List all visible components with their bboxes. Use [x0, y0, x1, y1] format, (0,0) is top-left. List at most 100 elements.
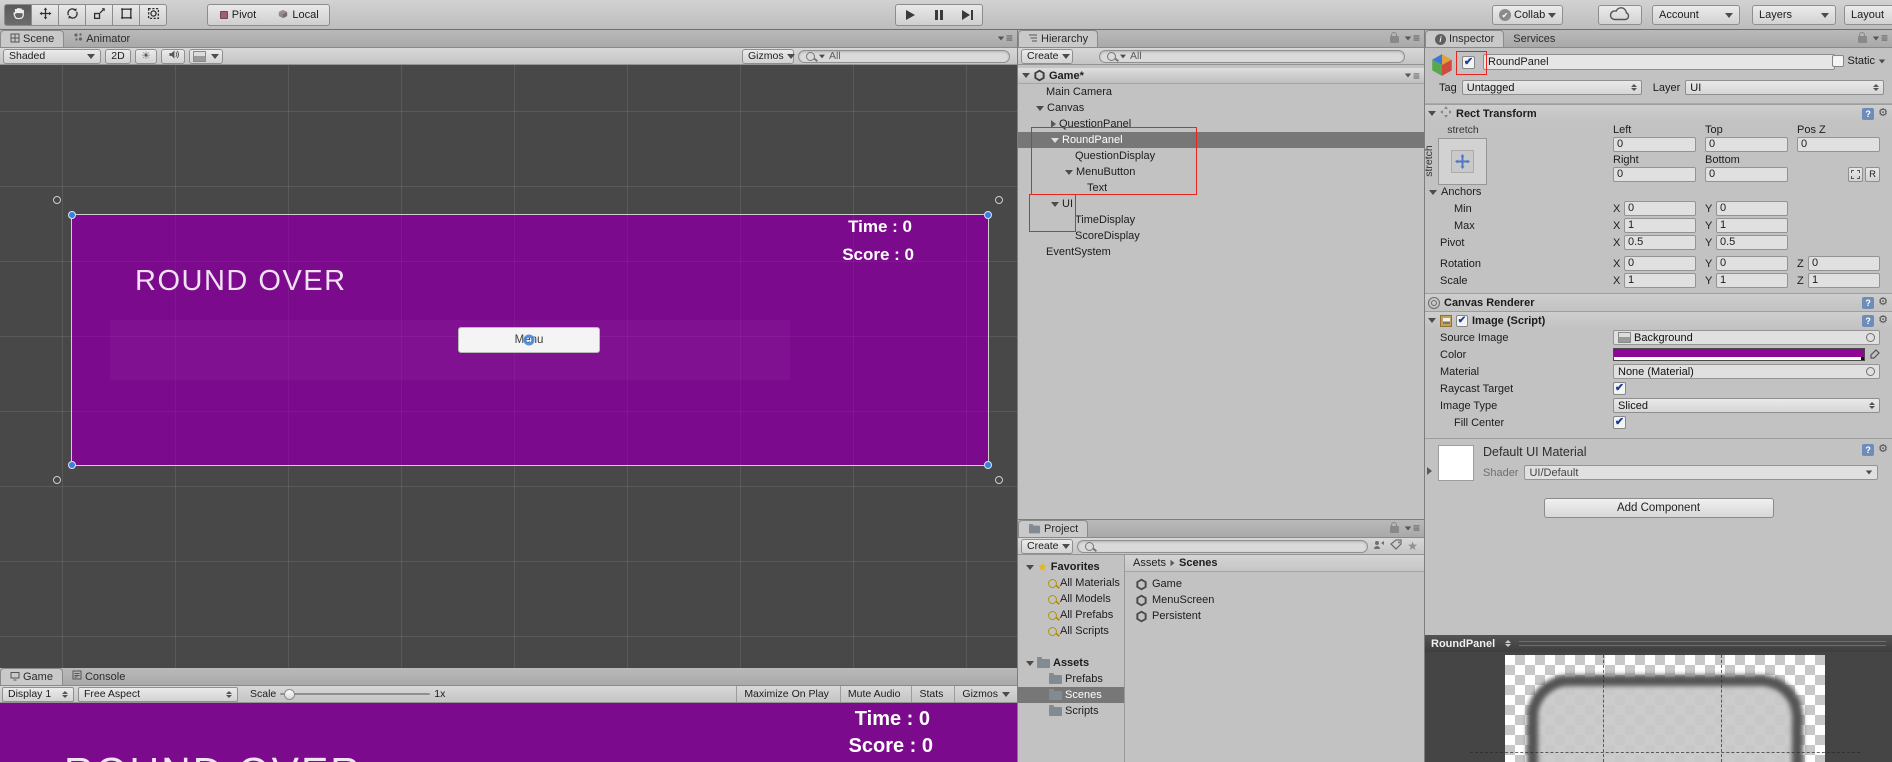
- pivot-x-field[interactable]: 0.5: [1624, 235, 1696, 250]
- pause-button[interactable]: [924, 4, 954, 26]
- tab-console[interactable]: Console: [63, 668, 134, 685]
- object-picker-icon[interactable]: [1866, 333, 1875, 342]
- chevron-down-icon[interactable]: [1878, 59, 1886, 63]
- rotation-x-field[interactable]: 0: [1624, 256, 1696, 271]
- foldout-arrow-icon[interactable]: [1026, 564, 1034, 570]
- material-field[interactable]: None (Material): [1613, 364, 1880, 379]
- posz-field[interactable]: 0: [1797, 137, 1880, 152]
- scene-lighting-button[interactable]: ☀: [135, 48, 157, 64]
- step-button[interactable]: [953, 4, 983, 26]
- search-by-type-icon[interactable]: [1372, 539, 1386, 554]
- foldout-arrow-icon[interactable]: [1051, 120, 1056, 128]
- favorites-filter-icon[interactable]: ★: [1407, 540, 1418, 552]
- foldout-arrow-icon[interactable]: [1022, 73, 1030, 78]
- anchor-preset-widget[interactable]: stretch stretch: [1425, 124, 1487, 185]
- shading-mode-dropdown[interactable]: Shaded: [3, 48, 101, 64]
- rect-handle-bottomright[interactable]: [984, 461, 992, 469]
- fill-center-checkbox[interactable]: [1613, 416, 1626, 429]
- scene-gizmos-dropdown[interactable]: Gizmos: [742, 48, 795, 64]
- project-search-input[interactable]: [1077, 539, 1369, 553]
- image-type-dropdown[interactable]: Sliced: [1613, 398, 1880, 413]
- cloud-button[interactable]: [1598, 5, 1642, 25]
- hierarchy-item-questiondisplay[interactable]: QuestionDisplay: [1018, 148, 1424, 164]
- max-x-field[interactable]: 1: [1624, 218, 1696, 233]
- hierarchy-item-scoredisplay[interactable]: ScoreDisplay: [1018, 228, 1424, 244]
- rotate-handle-icon[interactable]: [995, 196, 1003, 204]
- tab-inspector[interactable]: i Inspector: [1425, 30, 1505, 47]
- hierarchy-item-timedisplay[interactable]: TimeDisplay: [1018, 212, 1424, 228]
- foldout-arrow-icon[interactable]: [1065, 169, 1073, 175]
- gameobject-name-field[interactable]: RoundPanel: [1483, 54, 1835, 70]
- pane-menu-icon[interactable]: ≡: [1872, 32, 1888, 44]
- hierarchy-item-text[interactable]: Text: [1018, 180, 1424, 196]
- scene-file-menuscreen[interactable]: MenuScreen: [1125, 592, 1424, 608]
- lock-icon[interactable]: [1857, 32, 1867, 43]
- hand-tool-button[interactable]: [4, 4, 32, 26]
- raw-edit-button[interactable]: R: [1865, 167, 1880, 182]
- favorite-all-prefabs[interactable]: All Prefabs: [1018, 607, 1124, 623]
- rotation-z-field[interactable]: 0: [1808, 256, 1880, 271]
- layout-dropdown[interactable]: Layout: [1844, 5, 1892, 25]
- favorites-root[interactable]: ★ Favorites: [1018, 559, 1124, 575]
- lock-icon[interactable]: [1389, 522, 1399, 533]
- rotate-handle-icon[interactable]: [995, 476, 1003, 484]
- foldout-arrow-icon[interactable]: [1051, 137, 1059, 143]
- rect-transform-header[interactable]: Rect Transform ? ⚙: [1425, 104, 1892, 122]
- aspect-dropdown[interactable]: Free Aspect: [78, 686, 238, 702]
- canvas-renderer-header[interactable]: Canvas Renderer ? ⚙: [1425, 293, 1892, 311]
- pane-menu-icon[interactable]: ≡: [1404, 522, 1420, 534]
- right-field[interactable]: 0: [1613, 167, 1696, 182]
- add-component-button[interactable]: Add Component: [1543, 498, 1774, 518]
- min-x-field[interactable]: 0: [1624, 201, 1696, 216]
- rotate-tool-button[interactable]: [58, 4, 86, 26]
- move-tool-button[interactable]: [31, 4, 59, 26]
- collab-button[interactable]: ✔ Collab: [1492, 5, 1564, 25]
- gear-icon[interactable]: ⚙: [1878, 315, 1888, 326]
- component-enabled-checkbox[interactable]: ✔: [1456, 314, 1468, 327]
- account-dropdown[interactable]: Account: [1652, 5, 1740, 25]
- pivot-y-field[interactable]: 0.5: [1716, 235, 1788, 250]
- bottom-field[interactable]: 0: [1705, 167, 1788, 182]
- favorite-all-materials[interactable]: All Materials: [1018, 575, 1124, 591]
- hierarchy-item-game-scene[interactable]: Game* ≡: [1018, 68, 1424, 84]
- active-checkbox[interactable]: [1462, 56, 1475, 69]
- image-component-header[interactable]: ✔ Image (Script) ? ⚙: [1425, 311, 1892, 329]
- color-swatch-field[interactable]: [1613, 348, 1865, 361]
- anchors-foldout[interactable]: Anchors: [1425, 184, 1892, 200]
- raycast-target-checkbox[interactable]: [1613, 382, 1626, 395]
- help-icon[interactable]: ?: [1862, 296, 1875, 309]
- max-y-field[interactable]: 1: [1716, 218, 1788, 233]
- foldout-arrow-icon[interactable]: [1428, 318, 1436, 323]
- scale-tool-button[interactable]: [85, 4, 113, 26]
- foldout-arrow-icon[interactable]: [1429, 189, 1437, 195]
- transform-tool-button[interactable]: [139, 4, 167, 26]
- favorite-all-scripts[interactable]: All Scripts: [1018, 623, 1124, 639]
- create-dropdown[interactable]: Create: [1021, 538, 1073, 554]
- display-dropdown[interactable]: Display 1: [2, 686, 74, 702]
- local-toggle-button[interactable]: Local: [268, 4, 330, 26]
- rect-tool-button[interactable]: [112, 4, 140, 26]
- eyedropper-icon[interactable]: [1869, 349, 1880, 360]
- tag-dropdown[interactable]: Untagged: [1461, 80, 1642, 95]
- favorite-all-models[interactable]: All Models: [1018, 591, 1124, 607]
- source-image-field[interactable]: Background: [1613, 330, 1880, 345]
- left-field[interactable]: 0: [1613, 137, 1696, 152]
- tab-scene[interactable]: Scene: [0, 30, 65, 47]
- foldout-arrow-icon[interactable]: [1427, 467, 1432, 475]
- rotation-y-field[interactable]: 0: [1716, 256, 1788, 271]
- create-dropdown[interactable]: Create: [1021, 48, 1073, 64]
- mute-audio-button[interactable]: Mute Audio: [839, 686, 908, 702]
- scene-search-input[interactable]: All: [798, 49, 1010, 63]
- object-picker-icon[interactable]: [1866, 367, 1875, 376]
- foldout-arrow-icon[interactable]: [1051, 201, 1059, 207]
- hierarchy-item-menubutton[interactable]: MenuButton: [1018, 164, 1424, 180]
- scene-file-persistent[interactable]: Persistent: [1125, 608, 1424, 624]
- folder-prefabs[interactable]: Prefabs: [1018, 671, 1124, 687]
- scene-viewport[interactable]: ROUND OVER Time : 0 Score : 0 Menu: [0, 65, 1017, 668]
- scene-menu-button-object[interactable]: Menu: [458, 327, 600, 353]
- stats-button[interactable]: Stats: [911, 686, 950, 702]
- anchor-preset-button[interactable]: [1848, 167, 1863, 182]
- assets-root[interactable]: Assets: [1018, 655, 1124, 671]
- layer-dropdown[interactable]: UI: [1685, 80, 1884, 95]
- foldout-arrow-icon[interactable]: [1428, 111, 1436, 116]
